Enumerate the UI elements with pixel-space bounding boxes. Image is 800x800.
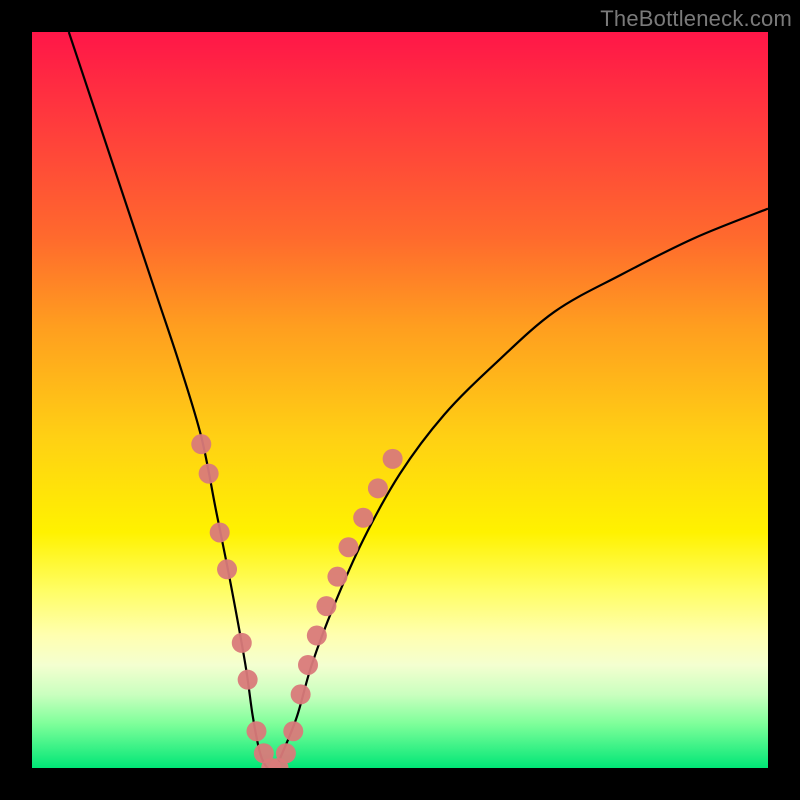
bottleneck-curve (32, 32, 768, 768)
highlight-dot (210, 522, 230, 542)
highlight-dot (238, 670, 258, 690)
highlight-dot (307, 626, 327, 646)
highlight-dot (283, 721, 303, 741)
highlight-dot (191, 434, 211, 454)
watermark-text: TheBottleneck.com (600, 6, 792, 32)
highlight-dot (353, 508, 373, 528)
highlight-dot (298, 655, 318, 675)
highlight-dot (246, 721, 266, 741)
highlight-dot (199, 464, 219, 484)
chart-frame: TheBottleneck.com (0, 0, 800, 800)
highlight-dot (316, 596, 336, 616)
plot-area (32, 32, 768, 768)
highlight-dot (327, 567, 347, 587)
curve-path (69, 32, 768, 768)
highlight-dot (338, 537, 358, 557)
highlight-dot (232, 633, 252, 653)
highlight-dot (217, 559, 237, 579)
highlight-dot (276, 743, 296, 763)
highlight-dot (383, 449, 403, 469)
highlight-dot (368, 478, 388, 498)
highlight-dot (291, 684, 311, 704)
